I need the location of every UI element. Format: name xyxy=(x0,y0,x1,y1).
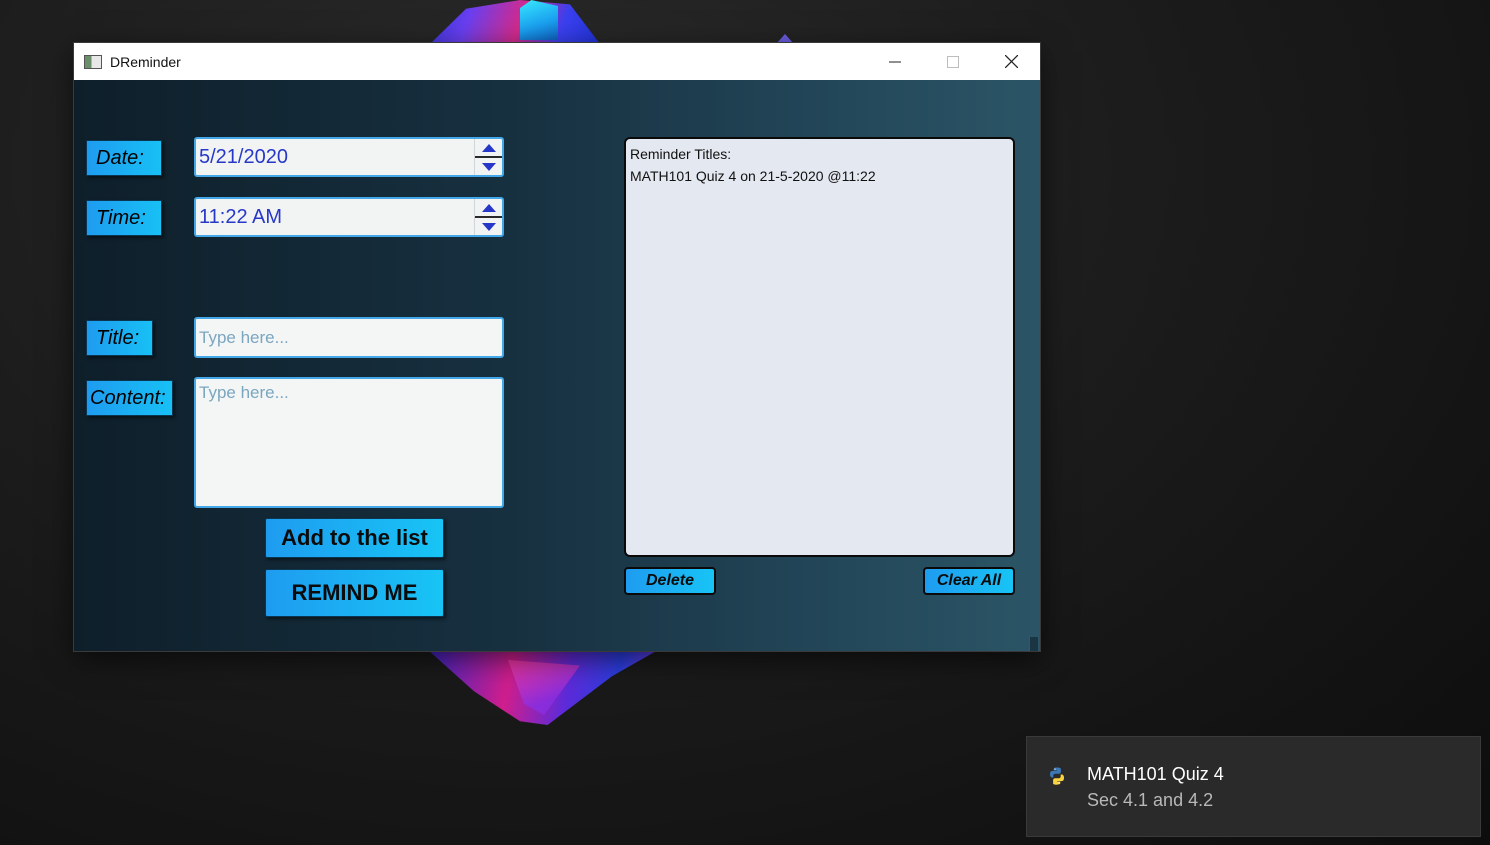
notification-body: Sec 4.1 and 4.2 xyxy=(1087,790,1214,810)
title-bar[interactable]: DReminder xyxy=(74,43,1040,80)
arrow-down-icon xyxy=(481,222,496,231)
arrow-up-icon xyxy=(481,143,496,152)
minimize-button[interactable] xyxy=(866,43,924,80)
date-decrement-button[interactable] xyxy=(475,157,502,175)
time-spinbox[interactable]: 11:22 AM xyxy=(194,197,504,237)
wallpaper-crystal-cube xyxy=(520,0,558,40)
remind-me-button[interactable]: REMIND ME xyxy=(265,569,444,617)
wallpaper-crystal-top xyxy=(430,0,600,44)
title-label: Title: xyxy=(86,320,153,356)
app-icon xyxy=(84,54,102,69)
date-increment-button[interactable] xyxy=(475,139,502,157)
resize-grip[interactable] xyxy=(1029,637,1038,651)
clear-all-button[interactable]: Clear All xyxy=(923,567,1015,595)
add-to-list-button[interactable]: Add to the list xyxy=(265,518,444,558)
window-title: DReminder xyxy=(110,53,181,70)
arrow-down-icon xyxy=(481,162,496,171)
arrow-up-icon xyxy=(481,203,496,212)
date-spinbox[interactable]: 5/21/2020 xyxy=(194,137,504,177)
content-label: Content: xyxy=(86,380,173,416)
notification-title: MATH101 Quiz 4 xyxy=(1087,764,1224,784)
date-value[interactable]: 5/21/2020 xyxy=(196,146,474,169)
app-client-area: Date: 5/21/2020 Time: 11:22 AM Title: Ty… xyxy=(74,80,1040,651)
window-controls xyxy=(866,43,1040,80)
reminder-list[interactable]: Reminder Titles: MATH101 Quiz 4 on 21-5-… xyxy=(624,137,1015,557)
time-spin-arrows xyxy=(474,199,502,235)
date-spin-arrows xyxy=(474,139,502,175)
maximize-button[interactable] xyxy=(924,43,982,80)
reminder-list-header: Reminder Titles: xyxy=(630,146,732,162)
minimize-icon xyxy=(889,61,901,62)
time-value[interactable]: 11:22 AM xyxy=(196,206,474,229)
date-label: Date: xyxy=(86,140,162,176)
title-input[interactable]: Type here... xyxy=(194,317,504,358)
content-textarea[interactable]: Type here... xyxy=(194,377,504,508)
time-increment-button[interactable] xyxy=(475,199,502,217)
list-item[interactable]: MATH101 Quiz 4 on 21-5-2020 @11:22 xyxy=(630,165,1009,187)
time-label: Time: xyxy=(86,200,162,236)
maximize-icon xyxy=(947,55,959,68)
python-icon xyxy=(1047,766,1067,790)
delete-button[interactable]: Delete xyxy=(624,567,716,595)
close-icon xyxy=(1004,55,1018,68)
time-decrement-button[interactable] xyxy=(475,217,502,235)
close-button[interactable] xyxy=(982,43,1040,80)
app-window: DReminder Date: 5/21/2020 Time: 11:22 AM… xyxy=(74,43,1040,651)
notification-toast[interactable]: MATH101 Quiz 4 Sec 4.1 and 4.2 xyxy=(1026,736,1481,837)
